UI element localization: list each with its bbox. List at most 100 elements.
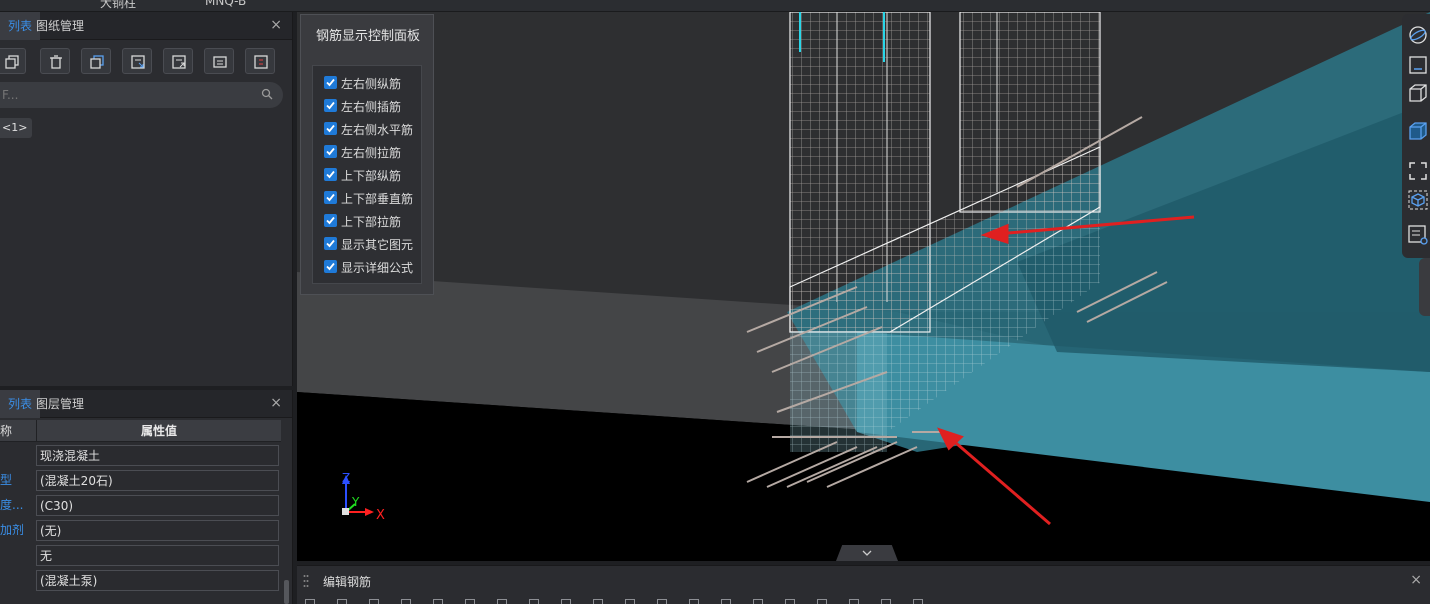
checkbox[interactable] [324,237,337,250]
toolbar-button[interactable] [433,599,443,604]
rebar-display-control-panel: 钢筋显示控制面板 左右侧纵筋 左右侧插筋 左右侧水平筋 左右侧拉筋 上下部纵筋 … [300,14,434,295]
3d-box-view-button[interactable] [1407,82,1429,104]
option-label: 左右侧插筋 [341,100,402,114]
checkbox[interactable] [324,260,337,273]
delete-icon [50,55,62,69]
close-icon[interactable]: × [270,18,282,32]
component-list-panel: 列表 图纸管理 × <1> [0,12,293,386]
toolbar-button[interactable] [881,599,891,604]
copy-icon [5,55,19,69]
fit-view-icon [1409,162,1427,180]
layer-tag[interactable]: <1> [0,118,33,138]
property-key: 加剂 [0,523,25,537]
3d-solid-view-button[interactable] [1407,120,1429,142]
top-tab-b[interactable]: MNQ-B [205,0,246,8]
property-value-field[interactable]: (无) [36,520,279,541]
option-label: 上下部垂直筋 [341,192,414,206]
collapse-bottom-panel-button[interactable] [836,545,898,561]
checkbox[interactable] [324,122,337,135]
sphere-view-button[interactable] [1407,24,1429,46]
toolbar-button[interactable] [337,599,347,604]
toolbar-button[interactable] [817,599,827,604]
property-list-button[interactable] [1407,224,1429,246]
toolbar-button[interactable] [721,599,731,604]
split-icon [254,55,268,69]
checkbox[interactable] [324,191,337,204]
toolbar-button[interactable] [913,599,923,604]
toolbar-button[interactable] [625,599,635,604]
table-row: 无 [0,543,281,568]
property-value-field[interactable]: 现浇混凝土 [36,445,279,466]
export-icon [172,55,186,69]
search-box [0,82,283,108]
toolbar-button[interactable] [497,599,507,604]
toolbar-button[interactable] [593,599,603,604]
table-row: (混凝土泵) [0,568,281,593]
checkbox[interactable] [324,145,337,158]
list-view-button[interactable] [204,48,234,74]
toolbar-button[interactable] [305,599,315,604]
cube-select-button[interactable] [1407,189,1429,211]
search-icon[interactable] [261,88,273,100]
top-tab-a[interactable]: 大铜柱 [100,0,136,11]
close-icon[interactable]: × [270,396,282,410]
2d-view-button[interactable] [1407,54,1429,76]
check-icon [326,170,335,179]
toolbar-button[interactable] [465,599,475,604]
property-key: 型 [0,473,13,487]
toolbar-button[interactable] [657,599,667,604]
delete-button[interactable] [40,48,70,74]
check-icon [326,216,335,225]
check-icon [326,78,335,87]
property-value-field[interactable]: (混凝土泵) [36,570,279,591]
property-scrollbar[interactable] [284,580,289,604]
check-icon [326,124,335,133]
import-button[interactable] [122,48,152,74]
checkbox[interactable] [324,99,337,112]
header-value: 属性值 [36,420,281,442]
check-icon [326,239,335,248]
toolbar-button[interactable] [849,599,859,604]
toolbar-button[interactable] [689,599,699,604]
close-icon[interactable]: × [1410,572,1422,588]
toolbar-button[interactable] [785,599,795,604]
property-value-field[interactable]: (C30) [36,495,279,516]
toolbar-button[interactable] [401,599,411,604]
toolbar-button[interactable] [753,599,763,604]
tab-drawing-management[interactable]: 图纸管理 [28,12,92,40]
export-button[interactable] [163,48,193,74]
panel-tabs: 列表 图纸管理 × [0,12,292,40]
property-table-header: 称 属性值 [0,420,281,442]
toolbar-button[interactable] [561,599,571,604]
property-panel: 列表 图层管理 × 称 属性值 现浇混凝土 型 (混凝土20石) 度... (C… [0,390,293,604]
2d-view-icon [1409,56,1427,74]
tab-layer-management[interactable]: 图层管理 [28,390,92,418]
table-row: 现浇混凝土 [0,443,281,468]
search-input[interactable] [0,82,240,108]
property-value-field[interactable]: (混凝土20石) [36,470,279,491]
property-value-field[interactable]: 无 [36,545,279,566]
check-icon [326,262,335,271]
drag-handle-icon[interactable] [303,574,309,588]
split-button[interactable] [245,48,275,74]
copy-button[interactable] [0,48,26,74]
3d-viewport[interactable]: Z Y X [297,12,1430,561]
property-list-icon [1408,225,1428,245]
checkbox[interactable] [324,76,337,89]
checkbox[interactable] [324,214,337,227]
edit-rebar-panel: 编辑钢筋 × [297,565,1430,604]
axis-y-label: Y [351,495,360,509]
toolbar-button[interactable] [369,599,379,604]
edit-rebar-toolbar [305,598,1405,604]
toolbar-button[interactable] [529,599,539,604]
option-label: 显示详细公式 [341,261,414,275]
import-icon [131,55,145,69]
side-panel-toggle[interactable] [1419,258,1430,316]
control-options-box: 左右侧纵筋 左右侧插筋 左右侧水平筋 左右侧拉筋 上下部纵筋 上下部垂直筋 上下… [312,65,422,284]
checkbox[interactable] [324,168,337,181]
axis-z-label: Z [342,471,350,485]
fit-view-button[interactable] [1407,160,1429,182]
3d-solid-icon [1409,122,1427,140]
duplicate-button[interactable] [81,48,111,74]
top-tab-bar: 大铜柱 MNQ-B [0,0,1430,12]
